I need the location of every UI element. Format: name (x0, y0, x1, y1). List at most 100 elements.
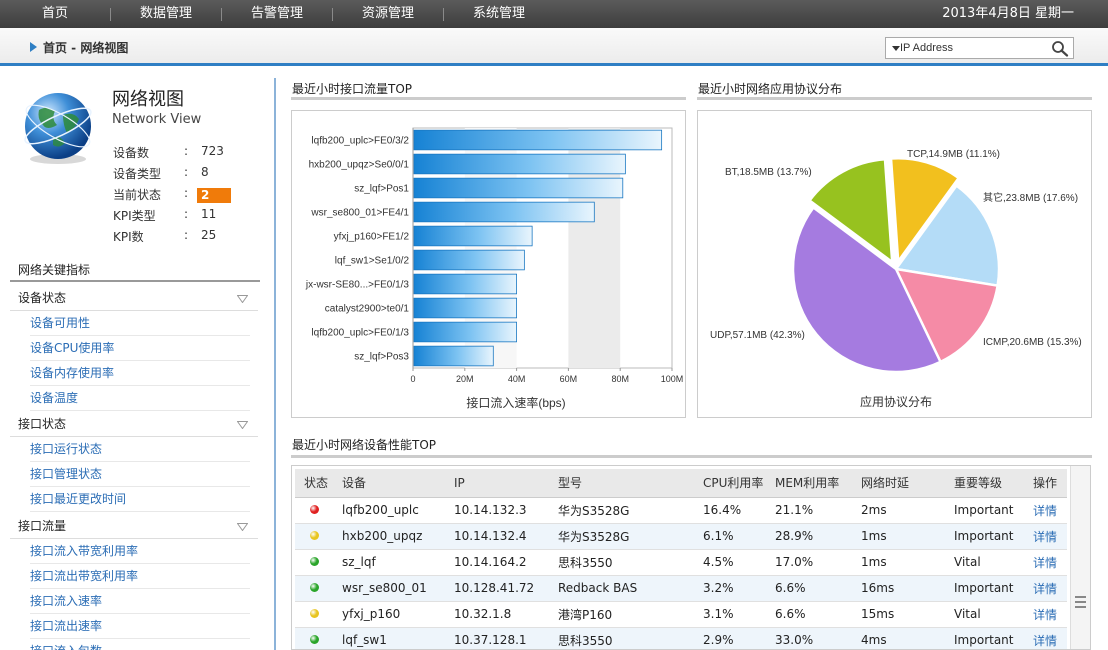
cell-device: yfxj_p160 (333, 601, 445, 628)
kpi-link-outbound-rate[interactable]: 接口流出速率 (30, 614, 250, 639)
status-cell (295, 601, 333, 628)
nav-item-resource-management[interactable]: 资源管理 (333, 0, 443, 28)
x-tick-label: 0 (410, 374, 415, 384)
kpi-link-device-temperature[interactable]: 设备温度 (30, 386, 250, 411)
bar[interactable] (413, 297, 517, 319)
kpi-link-interface-last-change[interactable]: 接口最近更改时间 (30, 487, 250, 512)
nav-item-system-management[interactable]: 系统管理 (444, 0, 554, 28)
device-performance-table-panel: 状态 设备 IP 型号 CPU利用率 MEM利用率 网络时延 重要等级 操作 l… (291, 465, 1091, 650)
details-link[interactable]: 详情 (1033, 530, 1057, 544)
section-device-status[interactable]: 设备状态 (10, 286, 258, 311)
cell-model: 港湾P160 (549, 601, 694, 628)
search-type-dropdown-icon[interactable] (892, 46, 900, 51)
panel-underline (291, 455, 1092, 458)
slice-label: TCP,14.9MB (11.1%) (907, 149, 1000, 160)
cell-action: 详情 (1024, 497, 1067, 524)
cell-mem: 33.0% (766, 627, 852, 649)
col-header-status[interactable]: 状态 (295, 469, 333, 498)
status-dot-icon (310, 583, 319, 592)
bar[interactable] (413, 225, 533, 247)
nav-item-home[interactable]: 首页 (0, 0, 110, 28)
kpi-link-inbound-packets[interactable]: 接口流入包数 (30, 639, 250, 650)
x-tick-label: 60M (560, 374, 578, 384)
cell-latency: 2ms (852, 497, 945, 524)
bar[interactable] (413, 273, 517, 295)
cell-ip: 10.37.128.1 (445, 627, 549, 649)
bar[interactable] (413, 201, 595, 223)
cell-mem: 28.9% (766, 523, 852, 550)
status-dot-icon (310, 609, 319, 618)
table-row[interactable]: lqf_sw1 10.37.128.1 思科3550 2.9% 33.0% 4ms Impo… (295, 627, 1067, 649)
status-dot-icon (310, 557, 319, 566)
kpi-link-device-cpu[interactable]: 设备CPU使用率 (30, 336, 250, 361)
bar[interactable] (413, 321, 517, 343)
stat-label: 设备数 (113, 146, 150, 160)
col-header-mem[interactable]: MEM利用率 (766, 469, 852, 498)
col-header-model[interactable]: 型号 (549, 469, 694, 498)
col-header-cpu[interactable]: CPU利用率 (694, 469, 766, 498)
details-link[interactable]: 详情 (1033, 556, 1057, 570)
stat-label: KPI类型 (113, 209, 156, 223)
kpi-link-interface-admin-status[interactable]: 接口管理状态 (30, 462, 250, 487)
kpi-link-interface-oper-status[interactable]: 接口运行状态 (30, 437, 250, 462)
stat-label: KPI数 (113, 230, 144, 244)
stat-value: 11 (201, 207, 217, 221)
kpi-link-outbound-bandwidth[interactable]: 接口流出带宽利用率 (30, 564, 250, 589)
bar[interactable] (413, 129, 663, 151)
category-label: lqf_sw1>Se1/0/2 (335, 256, 410, 267)
breadcrumb-bar: 首页 - 网络视图 (0, 28, 1108, 66)
details-link[interactable]: 详情 (1033, 608, 1057, 622)
slice-label: UDP,57.1MB (42.3%) (710, 330, 805, 341)
x-tick-label: 20M (456, 374, 474, 384)
col-header-action: 操作 (1024, 469, 1067, 498)
scrollbar-thumb[interactable] (1075, 596, 1086, 608)
bar[interactable] (413, 249, 525, 271)
col-header-device[interactable]: 设备 (333, 469, 445, 498)
kpi-link-inbound-rate[interactable]: 接口流入速率 (30, 589, 250, 614)
bar[interactable] (413, 177, 624, 199)
cell-device: lqfb200_uplc (333, 497, 445, 524)
search-input[interactable] (900, 39, 1045, 57)
cell-ip: 10.14.132.4 (445, 523, 549, 550)
cell-cpu: 16.4% (694, 497, 766, 524)
page-title: 网络视图 (112, 89, 184, 110)
protocol-pie-chart: TCP,14.9MB (11.1%) 其它,23.8MB (17.6%) ICMP,… (710, 149, 1082, 409)
details-link[interactable]: 详情 (1033, 634, 1057, 648)
stat-colon: : (184, 186, 189, 200)
section-interface-status[interactable]: 接口状态 (10, 412, 258, 437)
cell-model: 华为S3528G (549, 497, 694, 524)
search-icon[interactable] (1051, 40, 1069, 57)
cell-cpu: 2.9% (694, 627, 766, 649)
cell-model: 思科3550 (549, 549, 694, 576)
table-row[interactable]: hxb200_upqz 10.14.132.4 华为S3528G 6.1% 28.9% 1… (295, 523, 1067, 550)
table-row[interactable]: yfxj_p160 10.32.1.8 港湾P160 3.1% 6.6% 15ms Vita… (295, 601, 1067, 628)
col-header-level[interactable]: 重要等级 (945, 469, 1024, 498)
status-cell (295, 523, 333, 550)
panel-underline (291, 97, 686, 100)
col-header-latency[interactable]: 网络时延 (852, 469, 945, 498)
category-label: lqfb200_uplc>FE0/1/3 (311, 328, 409, 339)
category-label: hxb200_upqz>Se0/0/1 (309, 160, 410, 171)
current-date: 2013年4月8日 星期一 (942, 6, 1074, 21)
table-row[interactable]: wsr_se800_01 10.128.41.72 Redback BAS 3.2% 6… (295, 575, 1067, 602)
globe-icon (24, 93, 92, 164)
col-header-ip[interactable]: IP (445, 469, 549, 498)
stat-colon: : (184, 207, 189, 221)
cell-latency: 16ms (852, 575, 945, 602)
panel-underline (697, 97, 1092, 100)
table-row[interactable]: sz_lqf 10.14.164.2 思科3550 4.5% 17.0% 1ms Vital… (295, 549, 1067, 576)
details-link[interactable]: 详情 (1033, 582, 1057, 596)
nav-item-data-management[interactable]: 数据管理 (111, 0, 221, 28)
table-scrollbar[interactable] (1070, 466, 1090, 649)
nav-item-alarm-management[interactable]: 告警管理 (222, 0, 332, 28)
section-label: 接口流量 (18, 519, 67, 533)
details-link[interactable]: 详情 (1033, 504, 1057, 518)
bar[interactable] (413, 345, 494, 367)
cell-device: sz_lqf (333, 549, 445, 576)
kpi-link-inbound-bandwidth[interactable]: 接口流入带宽利用率 (30, 539, 250, 564)
section-interface-traffic[interactable]: 接口流量 (10, 514, 258, 539)
bar[interactable] (413, 153, 626, 175)
kpi-link-device-memory[interactable]: 设备内存使用率 (30, 361, 250, 386)
table-row[interactable]: lqfb200_uplc 10.14.132.3 华为S3528G 16.4% 21.1… (295, 497, 1067, 524)
kpi-link-device-availability[interactable]: 设备可用性 (30, 311, 250, 336)
